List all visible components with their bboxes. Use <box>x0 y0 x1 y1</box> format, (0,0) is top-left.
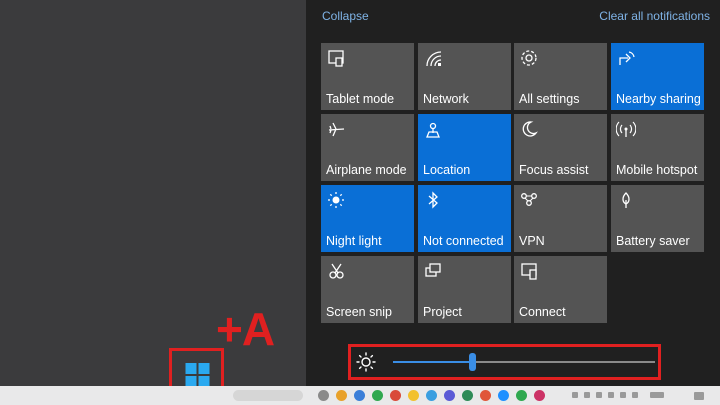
project-icon <box>425 263 441 277</box>
brightness-slider-fill <box>393 361 472 363</box>
quick-action-tile[interactable]: Network <box>418 43 511 110</box>
tray-icon[interactable] <box>596 392 602 398</box>
hotspot-icon <box>616 121 636 137</box>
quick-action-label: Nearby sharing <box>616 92 701 106</box>
taskbar-app-icon[interactable] <box>498 390 509 401</box>
quick-action-label: Battery saver <box>616 234 690 248</box>
quick-action-tile[interactable]: Nearby sharing <box>611 43 704 110</box>
taskbar-app-icon[interactable] <box>480 390 491 401</box>
nearby-sharing-icon <box>619 51 635 65</box>
brightness-slider-thumb[interactable] <box>469 353 476 371</box>
quick-action-tile[interactable]: Tablet mode <box>321 43 414 110</box>
quick-action-label: Project <box>423 305 462 319</box>
quick-action-label: VPN <box>519 234 545 248</box>
tablet-mode-icon <box>328 50 344 67</box>
quick-action-tile[interactable]: Mobile hotspot <box>611 114 704 181</box>
quick-action-label: Location <box>423 163 471 177</box>
taskbar-app-icon[interactable] <box>390 390 401 401</box>
tray-icon[interactable] <box>620 392 626 398</box>
quick-action-tile[interactable]: All settings <box>514 43 607 110</box>
quick-action-label: Tablet mode <box>326 92 395 106</box>
clear-all-notifications-link[interactable]: Clear all notifications <box>599 9 710 23</box>
quick-action-label: Connect <box>519 305 566 319</box>
quick-action-tile[interactable]: VPN <box>514 185 607 252</box>
taskbar-app-icon[interactable] <box>408 390 419 401</box>
taskbar-app-icon[interactable] <box>354 390 365 401</box>
location-icon <box>426 122 440 138</box>
tray-icon[interactable] <box>572 392 578 398</box>
airplane-icon <box>328 122 345 137</box>
quick-action-label: Night light <box>326 234 382 248</box>
taskbar-search-box[interactable] <box>233 390 303 401</box>
quick-action-label: Mobile hotspot <box>616 163 698 177</box>
taskbar-app-icon[interactable] <box>372 390 383 401</box>
taskbar-app-icon[interactable] <box>444 390 455 401</box>
brightness-sun-icon <box>356 352 376 372</box>
battery-saver-icon <box>622 192 630 208</box>
taskbar-app-icon[interactable] <box>516 390 527 401</box>
sun-icon <box>328 192 344 208</box>
quick-action-tile[interactable]: Not connected <box>418 185 511 252</box>
quick-action-label: Not connected <box>423 234 504 248</box>
gear-icon <box>521 50 537 66</box>
connect-icon <box>521 263 537 280</box>
shortcut-plus-a-label: +A <box>216 303 275 355</box>
quick-action-label: All settings <box>519 92 580 106</box>
tray-icon[interactable] <box>650 392 664 398</box>
windows-logo-icon[interactable] <box>185 363 210 387</box>
screen-snip-icon <box>329 263 344 279</box>
taskbar-app-icon[interactable] <box>336 390 347 401</box>
tray-icon[interactable] <box>608 392 614 398</box>
quick-action-tile[interactable]: Project <box>418 256 511 323</box>
tray-icon[interactable] <box>584 392 590 398</box>
taskbar <box>0 386 720 405</box>
taskbar-app-icon[interactable] <box>534 390 545 401</box>
quick-action-tile[interactable]: Location <box>418 114 511 181</box>
vpn-icon <box>521 193 537 206</box>
quick-action-tile[interactable]: Night light <box>321 185 414 252</box>
quick-action-label: Focus assist <box>519 163 589 177</box>
collapse-link[interactable]: Collapse <box>322 9 369 23</box>
quick-action-label: Airplane mode <box>326 163 407 177</box>
quick-action-label: Screen snip <box>326 305 393 319</box>
quick-action-tile[interactable]: Focus assist <box>514 114 607 181</box>
quick-action-tile[interactable]: Connect <box>514 256 607 323</box>
notification-center-icon[interactable] <box>694 392 704 400</box>
moon-icon <box>522 121 538 137</box>
tray-icon[interactable] <box>632 392 638 398</box>
quick-action-label: Network <box>423 92 469 106</box>
taskbar-app-icon[interactable] <box>462 390 473 401</box>
quick-action-tile[interactable]: Airplane mode <box>321 114 414 181</box>
bluetooth-icon <box>428 191 438 209</box>
quick-action-tile[interactable]: Screen snip <box>321 256 414 323</box>
quick-action-tile[interactable]: Battery saver <box>611 185 704 252</box>
taskbar-app-icon[interactable] <box>318 390 329 401</box>
brightness-slider-container <box>348 344 661 380</box>
network-icon <box>426 51 442 67</box>
brightness-slider[interactable] <box>393 353 655 371</box>
taskbar-app-icon[interactable] <box>426 390 437 401</box>
